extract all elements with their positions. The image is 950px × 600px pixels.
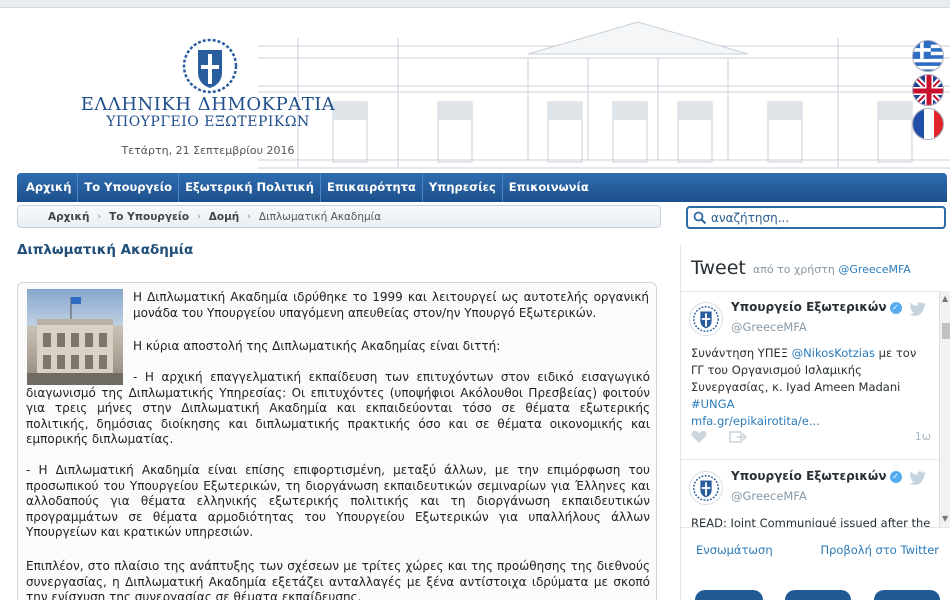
page-title: Διπλωματική Ακαδημία	[17, 242, 194, 258]
main-nav: Αρχική Το Υπουργείο Εξωτερική Πολιτική Ε…	[17, 173, 947, 202]
uk-flag-icon[interactable]	[912, 74, 944, 106]
tweet-item[interactable]: Υπουργείο Εξωτερικών ✓ @GreeceMFA READ: J…	[681, 461, 939, 527]
search-icon[interactable]	[693, 211, 707, 225]
tweet-author-label[interactable]: Υπουργείο Εξωτερικών	[731, 469, 887, 483]
verified-badge-icon: ✓	[889, 302, 902, 314]
tweet-author-handle[interactable]: @GreeceMFA	[731, 489, 807, 503]
twitter-bird-icon[interactable]	[909, 302, 927, 316]
tweet-author-handle[interactable]: @GreeceMFA	[731, 320, 807, 334]
nav-contact[interactable]: Επικοινωνία	[503, 173, 595, 202]
breadcrumb-separator-icon: ›	[247, 211, 251, 222]
tweet-author-name[interactable]: Υπουργείο Εξωτερικών ✓	[731, 300, 902, 314]
avatar[interactable]	[689, 471, 723, 505]
nav-home[interactable]: Αρχική	[20, 173, 79, 202]
paragraph-intro: Η Διπλωματική Ακαδημία ιδρύθηκε το 1999 …	[133, 290, 649, 320]
verified-badge-icon: ✓	[889, 471, 902, 483]
tweet-hashtag-link[interactable]: #UNGA	[691, 397, 734, 411]
tweet-item[interactable]: Υπουργείο Εξωτερικών ✓ @GreeceMFA Συνάντη…	[681, 292, 939, 460]
twitter-widget-by: από το χρήστη @GreeceMFA	[753, 263, 911, 276]
nav-news[interactable]: Επικαιρότητα	[321, 173, 423, 202]
tweet-text: Συνάντηση ΥΠΕΞ @NikosKotzias με τον ΓΓ τ…	[691, 345, 931, 430]
search-box	[686, 206, 946, 229]
french-flag-icon[interactable]	[912, 108, 944, 140]
breadcrumb-home[interactable]: Αρχική	[48, 211, 89, 223]
tweet-actions: 1ω	[691, 430, 931, 446]
twitter-by-handle[interactable]: @GreeceMFA	[838, 263, 911, 276]
twitter-widget: Tweet από το χρήστη @GreeceMFA Υπουργείο…	[680, 245, 950, 600]
greek-flag-icon[interactable]	[912, 40, 944, 72]
embed-link[interactable]: Ενσωμάτωση	[696, 543, 773, 557]
paragraph-mission: Η κύρια αποστολή της Διπλωματικής Ακαδημ…	[133, 339, 501, 353]
heart-icon[interactable]	[691, 430, 707, 444]
breadcrumb-separator-icon: ›	[197, 211, 201, 222]
paragraph-cooperation: Επιπλέον, στο πλαίσιο της ανάπτυξης των …	[26, 559, 650, 600]
site-title[interactable]: ΕΛΛΗΝΙΚΗ ΔΗΜΟΚΡΑΤΙΑ	[68, 94, 348, 115]
tweet-mention-link[interactable]: @NikosKotzias	[792, 346, 875, 360]
twitter-by-prefix: από το χρήστη	[753, 263, 835, 276]
tweet-timestamp[interactable]: 1ω	[915, 430, 931, 443]
twitter-scrollbar[interactable]: ▲ ▼	[939, 291, 950, 527]
nav-services[interactable]: Υπηρεσίες	[423, 173, 503, 202]
breadcrumb-ministry[interactable]: Το Υπουργείο	[109, 211, 189, 223]
nav-foreign-policy[interactable]: Εξωτερική Πολιτική	[179, 173, 321, 202]
view-on-twitter-link[interactable]: Προβολή στο Twitter	[820, 543, 939, 557]
greek-emblem-icon	[182, 38, 238, 94]
twitter-widget-footer: Ενσωμάτωση Προβολή στο Twitter	[681, 527, 950, 561]
scrollbar-thumb[interactable]	[942, 323, 950, 339]
nav-ministry[interactable]: Το Υπουργείο	[78, 173, 180, 202]
share-icon[interactable]	[729, 430, 747, 444]
breadcrumb: Αρχική › Το Υπουργείο › Δομή › Διπλωματι…	[17, 205, 661, 228]
paragraph-training: - Η αρχική επαγγελματική εκπαίδευση των …	[26, 370, 650, 446]
search-input[interactable]	[711, 210, 931, 225]
tweet-author-label[interactable]: Υπουργείο Εξωτερικών	[731, 300, 887, 314]
tweet-text-part: Συνάντηση ΥΠΕΞ	[691, 346, 792, 360]
page: ΕΛΛΗΝΙΚΗ ΔΗΜΟΚΡΑΤΙΑ ΥΠΟΥΡΓΕΙΟ ΕΞΩΤΕΡΙΚΩΝ…	[0, 0, 950, 600]
site-subtitle: ΥΠΟΥΡΓΕΙΟ ΕΞΩΤΕΡΙΚΩΝ	[106, 114, 310, 130]
article-content: Η Διπλωματική Ακαδημία ιδρύθηκε το 1999 …	[17, 282, 657, 600]
breadcrumb-structure[interactable]: Δομή	[209, 211, 240, 223]
browser-top-strip	[0, 0, 950, 8]
bottom-button[interactable]	[695, 590, 763, 600]
twitter-widget-title: Tweet	[691, 257, 746, 279]
avatar[interactable]	[689, 302, 723, 336]
twitter-bird-icon[interactable]	[909, 471, 927, 485]
breadcrumb-separator-icon: ›	[97, 211, 102, 222]
header: ΕΛΛΗΝΙΚΗ ΔΗΜΟΚΡΑΤΙΑ ΥΠΟΥΡΓΕΙΟ ΕΞΩΤΕΡΙΚΩΝ…	[8, 8, 950, 172]
tweet-url-link[interactable]: mfa.gr/epikairotita/e...	[691, 414, 820, 428]
current-date: Τετάρτη, 21 Σεπτεμβρίου 2016	[121, 144, 295, 157]
bottom-button[interactable]	[785, 590, 851, 600]
bottom-button[interactable]	[874, 590, 940, 600]
tweet-text: READ: Joint Communiqué issued after the	[691, 516, 931, 527]
scroll-down-icon[interactable]: ▼	[942, 515, 948, 523]
breadcrumb-current: Διπλωματική Ακαδημία	[258, 210, 382, 223]
scroll-up-icon[interactable]: ▲	[942, 295, 948, 303]
paragraph-seminars: - Η Διπλωματική Ακαδημία είναι επίσης επ…	[26, 463, 650, 539]
tweet-author-name[interactable]: Υπουργείο Εξωτερικών ✓	[731, 469, 902, 483]
